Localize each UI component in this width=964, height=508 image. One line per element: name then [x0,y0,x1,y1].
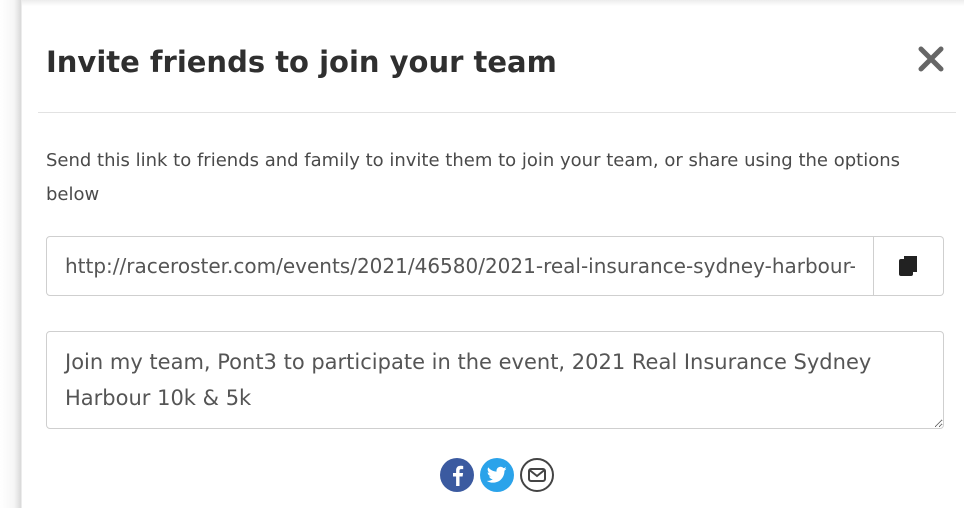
invite-message-textarea[interactable] [46,331,944,429]
share-email-button[interactable] [520,458,554,492]
header-divider [38,112,956,113]
share-options [440,458,554,492]
close-icon [918,46,944,72]
copy-icon [898,256,917,276]
facebook-icon [453,465,464,486]
window-edge [0,0,22,508]
dialog-title: Invite friends to join your team [46,45,557,79]
copy-link-button[interactable] [874,236,944,296]
email-icon [528,468,546,482]
invite-link-group [46,236,944,296]
dialog-description: Send this link to friends and family to … [46,150,901,205]
invite-dialog: Invite friends to join your team Send th… [22,6,964,508]
share-twitter-button[interactable] [480,458,514,492]
invite-link-input[interactable] [46,236,874,296]
share-facebook-button[interactable] [440,458,474,492]
twitter-icon [487,466,507,483]
close-button[interactable] [914,42,948,76]
